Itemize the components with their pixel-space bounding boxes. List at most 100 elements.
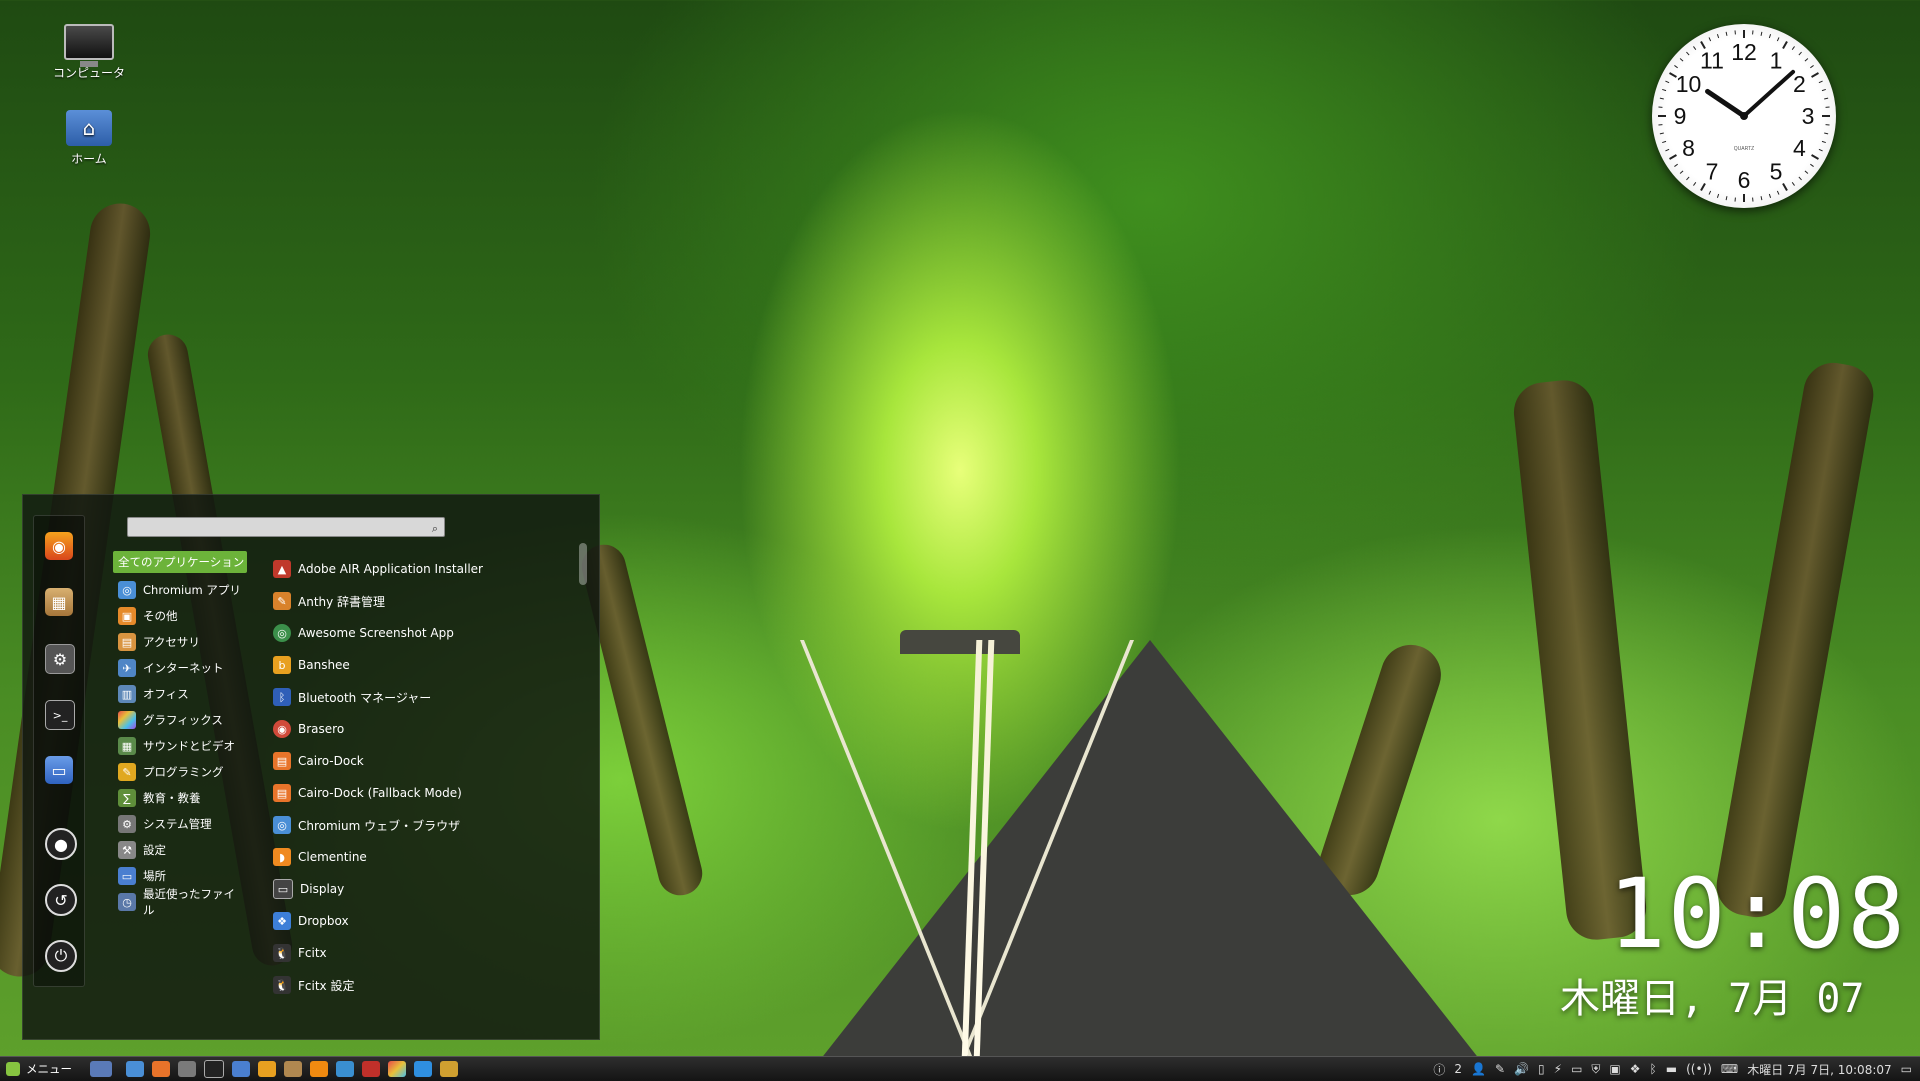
show-desktop-tray-icon[interactable]: ▭ — [1901, 1062, 1912, 1076]
clock-tick — [1783, 184, 1787, 191]
app-label: Brasero — [298, 722, 344, 736]
bluetooth-tray-icon[interactable]: ᛒ — [1650, 1062, 1657, 1076]
color-app-icon[interactable] — [388, 1061, 406, 1077]
category-item[interactable]: ✎プログラミング — [113, 759, 243, 785]
chromium-icon[interactable] — [126, 1061, 144, 1077]
graphics-icon — [118, 711, 136, 729]
app-item[interactable]: ◎Awesome Screenshot App — [273, 617, 523, 649]
archive-icon[interactable] — [284, 1061, 302, 1077]
workspace-count[interactable]: 2 — [1454, 1062, 1462, 1076]
connection-icon[interactable]: ⚡ — [1554, 1062, 1562, 1076]
category-item[interactable]: ∑教育・教養 — [113, 785, 243, 811]
firefox-icon[interactable] — [152, 1061, 170, 1077]
power-icon[interactable]: ⏻ — [45, 940, 77, 972]
folder-tray-icon[interactable]: ▬ — [1666, 1062, 1677, 1076]
desktop-date: 木曜日, 7月 07 — [1560, 966, 1865, 1024]
screenshot-icon[interactable] — [178, 1061, 196, 1077]
drive-icon[interactable]: ▭ — [1571, 1062, 1582, 1076]
category-label: その他 — [143, 608, 178, 624]
clock-tick — [1665, 149, 1669, 151]
category-item[interactable]: ⚒設定 — [113, 837, 243, 863]
paint-icon[interactable] — [336, 1061, 354, 1077]
package-icon[interactable]: ▦ — [45, 588, 73, 616]
wifi-icon[interactable]: ((•)) — [1686, 1062, 1712, 1076]
pen-icon[interactable]: ✎ — [1495, 1062, 1505, 1076]
category-item[interactable]: グラフィックス — [113, 707, 243, 733]
app-item[interactable]: ▤Cairo-Dock (Fallback Mode) — [273, 777, 523, 809]
category-item[interactable]: ▣その他 — [113, 603, 243, 629]
shield-icon[interactable]: ⛨ — [1591, 1062, 1600, 1077]
update-icon[interactable]: ▣ — [1609, 1062, 1620, 1076]
store-icon[interactable] — [414, 1061, 432, 1077]
logout-icon[interactable]: ↺ — [45, 884, 77, 916]
taskbar-clock[interactable]: 木曜日 7月 7日, 10:08:07 — [1747, 1061, 1891, 1078]
clock-tick — [1680, 171, 1683, 174]
desktop-icon-computer[interactable]: コンピュータ — [34, 24, 144, 81]
user-icon[interactable]: 👤 — [1471, 1062, 1486, 1076]
terminal-icon[interactable]: >_ — [45, 700, 75, 730]
battery-icon[interactable]: ▯ — [1538, 1062, 1545, 1076]
clock-numeral: 9 — [1674, 103, 1687, 129]
clock-tick — [1660, 133, 1664, 134]
dropbox-tray-icon[interactable]: ❖ — [1630, 1062, 1641, 1076]
notification-icon[interactable]: ⓘ — [1433, 1061, 1445, 1078]
folder-icon[interactable]: ▭ — [45, 756, 73, 784]
firefox-icon[interactable]: ◉ — [45, 532, 73, 560]
app-item[interactable]: ◎Chromium ウェブ・ブラウザ — [273, 809, 523, 841]
banshee-icon: b — [273, 656, 291, 674]
category-item[interactable]: ▤アクセサリ — [113, 629, 243, 655]
category-item[interactable]: ▦サウンドとビデオ — [113, 733, 243, 759]
files-icon[interactable] — [232, 1061, 250, 1077]
red-app-icon[interactable] — [362, 1061, 380, 1077]
category-item[interactable]: ⚙システム管理 — [113, 811, 243, 837]
category-label: 設定 — [143, 842, 166, 858]
clock-tick — [1799, 52, 1802, 55]
clock-tick — [1670, 155, 1677, 159]
clock-hour-hand — [1708, 91, 1744, 116]
app-item[interactable]: ✎Anthy 辞書管理 — [273, 585, 523, 617]
volume-icon[interactable]: 🔊 — [1514, 1062, 1529, 1076]
clock-tick — [1709, 191, 1711, 195]
app-item[interactable]: bBanshee — [273, 649, 523, 681]
clock-tick — [1726, 196, 1727, 200]
app-item[interactable]: ❖Dropbox — [273, 905, 523, 937]
menu-button[interactable]: メニュー — [0, 1057, 80, 1081]
clock-numeral: 8 — [1682, 135, 1695, 161]
app-item[interactable]: ▭Display — [273, 873, 523, 905]
system-tray: ⓘ 2 👤 ✎ 🔊 ▯ ⚡ ▭ ⛨ ▣ ❖ ᛒ ▬ ((•)) ⌨ 木曜日 7月… — [1433, 1057, 1912, 1081]
terminal-icon[interactable] — [204, 1060, 224, 1078]
app-item[interactable]: 🐧 Fcitx — [273, 937, 523, 969]
app-item[interactable]: ◉Brasero — [273, 713, 523, 745]
app-label: Fcitx — [298, 946, 327, 960]
show-desktop-icon[interactable] — [90, 1061, 112, 1077]
internet-icon: ✈ — [118, 659, 136, 677]
app-item[interactable]: ▲Adobe AIR Application Installer — [273, 553, 523, 585]
app-item[interactable]: ᛒBluetooth マネージャー — [273, 681, 523, 713]
lock-screen-icon[interactable]: ● — [45, 828, 77, 860]
app-label: Adobe AIR Application Installer — [298, 562, 483, 576]
desktop-icon-label: ホーム — [34, 150, 144, 167]
category-item[interactable]: ✈インターネット — [113, 655, 243, 681]
clock-numeral: 7 — [1706, 158, 1719, 184]
category-all-applications[interactable]: 全てのアプリケーション — [113, 551, 247, 573]
app-item[interactable]: 🐧Fcitx 設定 — [273, 969, 523, 1001]
fcitx-icon: 🐧 — [273, 944, 291, 962]
clock-tick — [1693, 46, 1695, 49]
network-icon[interactable] — [440, 1061, 458, 1077]
search-input[interactable]: ⌕ — [127, 517, 445, 537]
app-item[interactable]: ◗Clementine — [273, 841, 523, 873]
keyboard-icon[interactable]: ⌨ — [1721, 1062, 1738, 1076]
clock-minute-hand — [1744, 72, 1793, 116]
category-item[interactable]: ◷最近使ったファイル — [113, 889, 243, 915]
menu-scrollbar[interactable] — [579, 543, 587, 585]
text-editor-icon[interactable] — [258, 1061, 276, 1077]
system-admin-icon: ⚙ — [118, 815, 136, 833]
application-list: ▲Adobe AIR Application Installer ✎Anthy … — [273, 553, 523, 1001]
vlc-icon[interactable] — [310, 1061, 328, 1077]
desktop-icon-home[interactable]: ⌂ ホーム — [34, 110, 144, 167]
system-settings-icon[interactable]: ⚙ — [45, 644, 75, 674]
category-item[interactable]: ◎Chromium アプリ — [113, 577, 243, 603]
clock-tick — [1822, 141, 1826, 142]
category-item[interactable]: ▥オフィス — [113, 681, 243, 707]
app-item[interactable]: ▤Cairo-Dock — [273, 745, 523, 777]
